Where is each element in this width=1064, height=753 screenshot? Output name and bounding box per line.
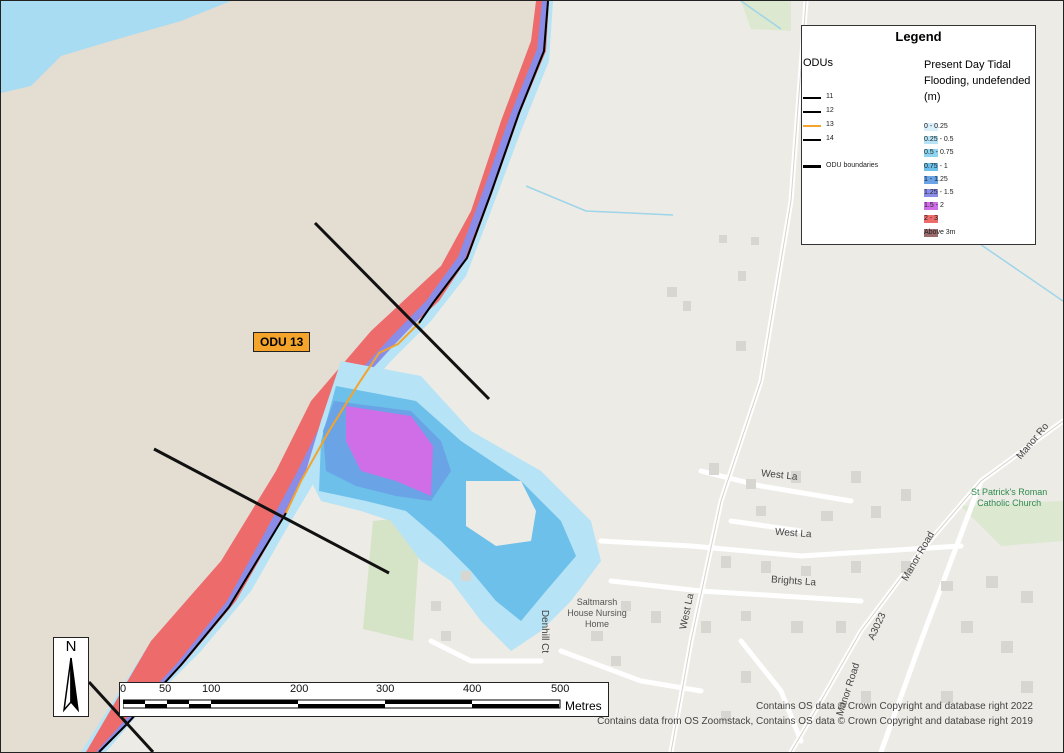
- scale-label: 100: [202, 683, 221, 695]
- legend-boundary-swatch: [803, 165, 821, 168]
- north-arrow-icon: [62, 657, 80, 713]
- legend-flood-label: 0 - 0.25: [924, 123, 948, 130]
- nursing-home-line1: Saltmarsh: [576, 597, 618, 607]
- nursing-home-label: Saltmarsh House Nursing Home: [557, 597, 637, 630]
- legend-flood-label: 1.25 - 1.5: [924, 189, 954, 196]
- scale-label: 400: [463, 683, 482, 695]
- attribution-line1: Contains OS data © Crown Copyright and d…: [756, 701, 1033, 712]
- legend-flood-label: 0.25 - 0.5: [924, 136, 954, 144]
- north-arrow: N: [53, 637, 89, 717]
- legend-flood-label: 0.75 - 1: [924, 162, 948, 170]
- map-frame: ODU 13 West La West La West La Brights L…: [0, 0, 1064, 753]
- legend-flood-label: 0.5 - 0.75: [924, 149, 954, 157]
- scale-unit: Metres: [565, 699, 602, 713]
- attribution-line2: Contains data from OS Zoomstack, Contain…: [597, 716, 1033, 727]
- legend-odu-swatch: [803, 97, 821, 99]
- legend-odu-label: 11: [826, 93, 834, 100]
- legend-flood-label: 2 - 3: [924, 215, 939, 223]
- legend-odu-label: 14: [826, 135, 834, 142]
- nursing-home-line3: Home: [584, 619, 609, 629]
- legend-title: Legend: [895, 29, 942, 44]
- legend-flood-label: 1.5 - 2: [924, 202, 944, 210]
- scale-bar-graphic: [123, 699, 561, 709]
- nursing-home-line2: House Nursing: [567, 608, 627, 618]
- legend-odu-swatch: [803, 139, 821, 141]
- scale-label: 0: [120, 683, 127, 695]
- legend-flood-label: Above 3m: [924, 228, 956, 236]
- legend-odu-label: 13: [826, 121, 834, 128]
- legend: Legend ODUs Present Day Tidal Flooding, …: [801, 25, 1036, 245]
- scale-label: 500: [551, 683, 570, 695]
- legend-odu-swatch: [803, 111, 821, 113]
- legend-flood-label: 1 - 1.25: [924, 175, 948, 183]
- church-label: St Patrick's Roman Catholic Church: [971, 487, 1047, 509]
- church-label-line1: St Patrick's Roman: [971, 487, 1048, 497]
- street-denhill-ct: Denhill Ct: [539, 609, 551, 654]
- scale-label: 300: [376, 683, 395, 695]
- scale-label: 200: [290, 683, 309, 695]
- church-label-line2: Catholic Church: [977, 498, 1042, 508]
- legend-flood-heading: Present Day Tidal Flooding, undefended (…: [924, 59, 1031, 103]
- odu-13-label: ODU 13: [253, 332, 311, 352]
- scale-bar: 0 50 100 200 300 400 500 Metres: [119, 682, 609, 717]
- legend-odu-heading: ODUs: [803, 57, 833, 69]
- scale-label: 50: [159, 683, 172, 695]
- north-arrow-letter: N: [65, 638, 77, 655]
- legend-boundary-label: ODU boundaries: [826, 162, 879, 169]
- legend-odu-label: 12: [826, 107, 834, 114]
- legend-odu-swatch: [803, 125, 821, 127]
